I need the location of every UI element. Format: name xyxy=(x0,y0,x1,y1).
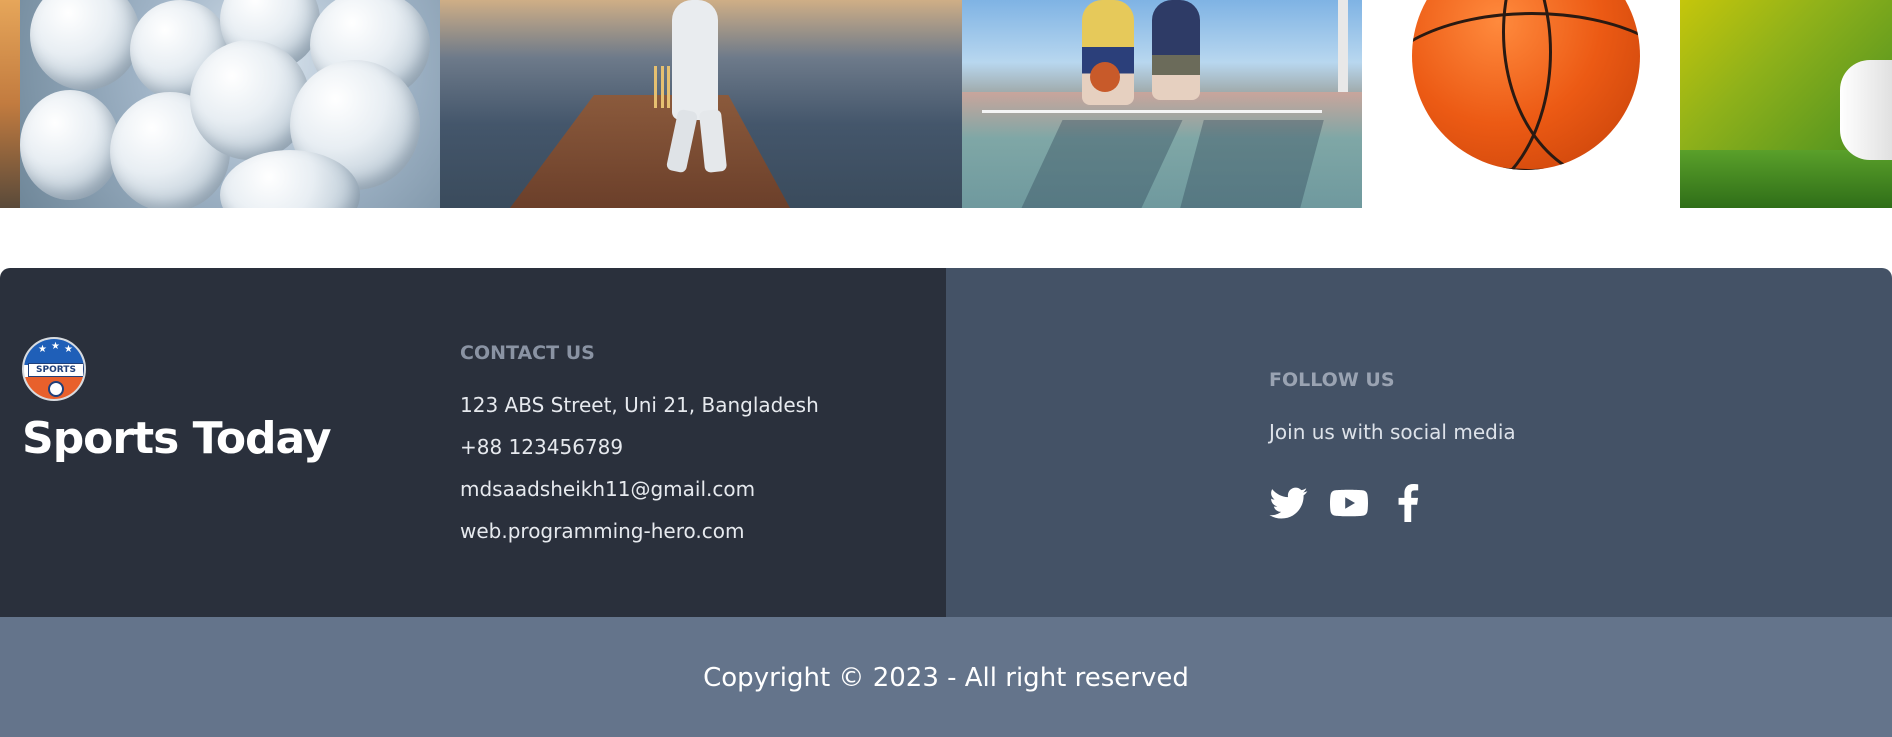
gallery-image-sunset xyxy=(0,0,20,208)
copyright-bar: Copyright © 2023 - All right reserved xyxy=(0,617,1892,737)
footer-social: FOLLOW US Join us with social media xyxy=(946,268,1892,617)
youtube-icon[interactable] xyxy=(1329,484,1369,522)
image-gallery xyxy=(0,0,1892,208)
contact-heading: CONTACT US xyxy=(460,342,595,364)
contact-website[interactable]: web.programming-hero.com xyxy=(460,519,819,561)
footer-brand-contact: ★ ★ ★ SPORTS Sports Today CONTACT US 123… xyxy=(0,268,946,617)
logo-text: SPORTS xyxy=(28,363,84,377)
soccer-ball-icon xyxy=(48,381,64,397)
contact-phone[interactable]: +88 123456789 xyxy=(460,435,819,477)
site-name: Sports Today xyxy=(22,413,332,464)
contact-address: 123 ABS Street, Uni 21, Bangladesh xyxy=(460,393,819,417)
twitter-icon[interactable] xyxy=(1269,484,1309,522)
gallery-image-cricket xyxy=(440,0,962,208)
site-footer: ★ ★ ★ SPORTS Sports Today CONTACT US 123… xyxy=(0,268,1892,617)
brand-logo: ★ ★ ★ SPORTS xyxy=(22,337,86,401)
contact-list: 123 ABS Street, Uni 21, Bangladesh +88 1… xyxy=(460,393,819,561)
gallery-image-basketball xyxy=(1362,0,1680,208)
gallery-image-golf-balls xyxy=(20,0,440,208)
gallery-image-street-basketball xyxy=(962,0,1362,208)
gallery-image-golf-club xyxy=(1680,0,1892,208)
facebook-icon[interactable] xyxy=(1389,484,1429,522)
contact-email[interactable]: mdsaadsheikh11@gmail.com xyxy=(460,477,819,519)
follow-heading: FOLLOW US xyxy=(1269,369,1395,391)
copyright-text: Copyright © 2023 - All right reserved xyxy=(703,663,1189,693)
follow-text: Join us with social media xyxy=(1269,420,1516,444)
